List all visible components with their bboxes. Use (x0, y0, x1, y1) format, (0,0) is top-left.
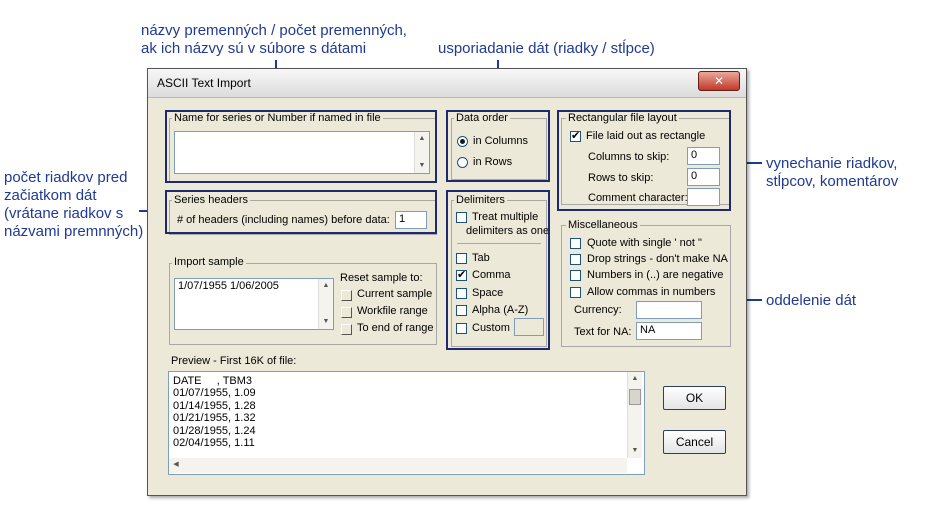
highlight-series-headers (165, 190, 437, 234)
workfile-range-button[interactable] (341, 307, 352, 318)
current-sample-button[interactable] (341, 290, 352, 301)
close-button[interactable]: ✕ (698, 71, 740, 91)
annotation-order: usporiadanie dát (riadky / stĺpce) (438, 40, 655, 57)
misc-label: Miscellaneous (566, 219, 640, 231)
preview-label: Preview - First 16K of file: (171, 355, 297, 367)
scroll-thumb[interactable] (629, 389, 641, 405)
annotation-names-line1: názvy premenných / počet premenných, (141, 22, 407, 39)
reset-sample-label: Reset sample to: (340, 272, 423, 284)
negative-label: Numbers in (..) are negative (587, 269, 724, 281)
currency-input[interactable] (636, 301, 702, 319)
preview-line: DATE , TBM3 (173, 375, 253, 387)
title-bar: ASCII Text Import ✕ (148, 69, 746, 98)
preview-line: 01/21/1955, 1.32 (173, 412, 256, 425)
preview-line: 01/14/1955, 1.28 (173, 399, 256, 412)
annotation-headers-line2: začiatkom dát (4, 187, 97, 204)
annotation-headers-line1: počet riadkov pred (4, 169, 128, 186)
quote-checkbox[interactable] (570, 238, 581, 249)
import-sample-label: Import sample (172, 256, 246, 268)
scroll-up-icon[interactable]: ▲ (319, 279, 333, 293)
end-of-range-button[interactable] (341, 324, 352, 335)
sample-scrollbar[interactable]: ▲ ▼ (318, 279, 333, 329)
quote-label: Quote with single ' not " (587, 237, 702, 249)
scroll-up-icon[interactable]: ▲ (628, 372, 642, 386)
annotation-skip-line1: vynechanie riadkov, (766, 155, 898, 172)
annotation-headers-line4: názvami premnných) (4, 223, 144, 240)
allow-commas-label: Allow commas in numbers (587, 286, 716, 298)
highlight-names (165, 110, 437, 183)
annotation-delim: oddelenie dát (766, 292, 857, 309)
cancel-button[interactable]: Cancel (663, 430, 726, 454)
currency-label: Currency: (574, 304, 622, 316)
na-text-label: Text for NA: (574, 326, 632, 338)
close-icon: ✕ (713, 74, 725, 88)
scroll-down-icon[interactable]: ▼ (319, 315, 333, 329)
workfile-range-label: Workfile range (357, 305, 428, 317)
end-of-range-label: To end of range (357, 322, 434, 334)
highlight-delimiters (446, 190, 550, 350)
scroll-left-icon[interactable]: ◀ (169, 458, 183, 472)
highlight-data-order (446, 110, 550, 182)
na-text-input[interactable]: NA (636, 322, 702, 340)
scroll-down-icon[interactable]: ▼ (628, 444, 642, 458)
annotation-headers-line3: (vrátane riadkov s (4, 205, 124, 222)
highlight-rect-layout (557, 110, 731, 211)
drop-strings-checkbox[interactable] (570, 254, 581, 265)
ok-button[interactable]: OK (663, 386, 726, 410)
current-sample-label: Current sample (357, 288, 433, 300)
annotation-skip-line2: stĺpcov, komentárov (766, 173, 899, 190)
preview-vscrollbar[interactable]: ▲ ▼ (627, 372, 642, 458)
annotation-names-line2: ak ich názvy sú v súbore s dátami (141, 40, 367, 57)
sample-input[interactable]: 1/07/1955 1/06/2005 (174, 278, 334, 330)
preview-line: 02/04/1955, 1.11 (173, 437, 255, 450)
preview-line: 01/07/1955, 1.09 (173, 387, 256, 400)
dialog-title: ASCII Text Import (157, 76, 251, 90)
allow-commas-checkbox[interactable] (570, 287, 581, 298)
preview-hscrollbar[interactable]: ◀ (169, 458, 627, 473)
drop-strings-label: Drop strings - don't make NA (587, 253, 728, 265)
negative-checkbox[interactable] (570, 270, 581, 281)
preview-line: 01/28/1955, 1.24 (173, 424, 256, 437)
